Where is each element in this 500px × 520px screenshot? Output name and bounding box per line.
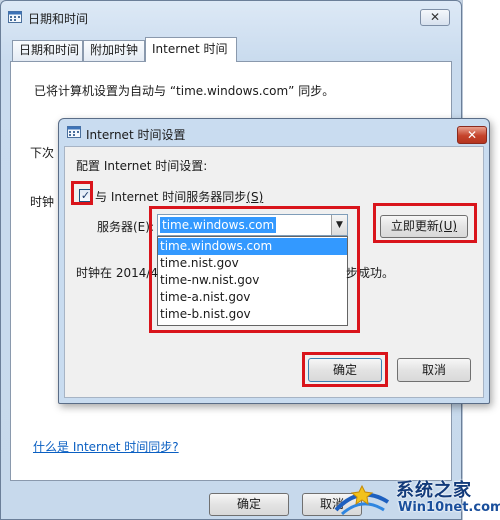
watermark-logo-icon [334, 484, 390, 516]
help-link[interactable]: 什么是 Internet 时间同步? [33, 438, 179, 455]
tab-date-time[interactable]: 日期和时间 [12, 40, 83, 61]
ok-button[interactable]: 确定 [209, 493, 289, 516]
clock-status-text: 时钟 [30, 195, 55, 209]
annotation-box-server [149, 206, 360, 333]
dialog-title: Internet 时间设置 [86, 128, 186, 142]
sync-status-text: 已将计算机设置为自动与 “time.windows.com” 同步。 [34, 84, 335, 98]
dialog-close-button[interactable]: ✕ [457, 126, 487, 144]
calendar-icon [8, 11, 22, 23]
watermark-title: 系统之家 [396, 480, 472, 501]
window-title: 日期和时间 [28, 12, 89, 26]
annotation-box-update [373, 203, 477, 243]
tab-additional-clocks[interactable]: 附加时钟 [83, 40, 145, 61]
dialog-cancel-button[interactable]: 取消 [397, 358, 471, 382]
calendar-icon [67, 126, 81, 138]
close-button[interactable]: ✕ [420, 9, 450, 26]
sync-accelerator: (S) [246, 190, 264, 204]
annotation-box-checkbox [71, 181, 93, 205]
sync-label[interactable]: 与 Internet 时间服务器同步(S) [95, 188, 263, 205]
tab-internet-time[interactable]: Internet 时间 [145, 37, 237, 62]
annotation-box-ok [302, 352, 388, 387]
watermark-url: Win10net.com [398, 500, 500, 515]
server-label: 服务器(E): [97, 220, 154, 234]
clock-sync-text: 时钟在 2014/4 [76, 266, 159, 280]
config-label: 配置 Internet 时间设置: [76, 159, 208, 173]
sync-label-text: 与 Internet 时间服务器同步 [95, 190, 247, 204]
next-sync-text: 下次 [30, 146, 55, 160]
